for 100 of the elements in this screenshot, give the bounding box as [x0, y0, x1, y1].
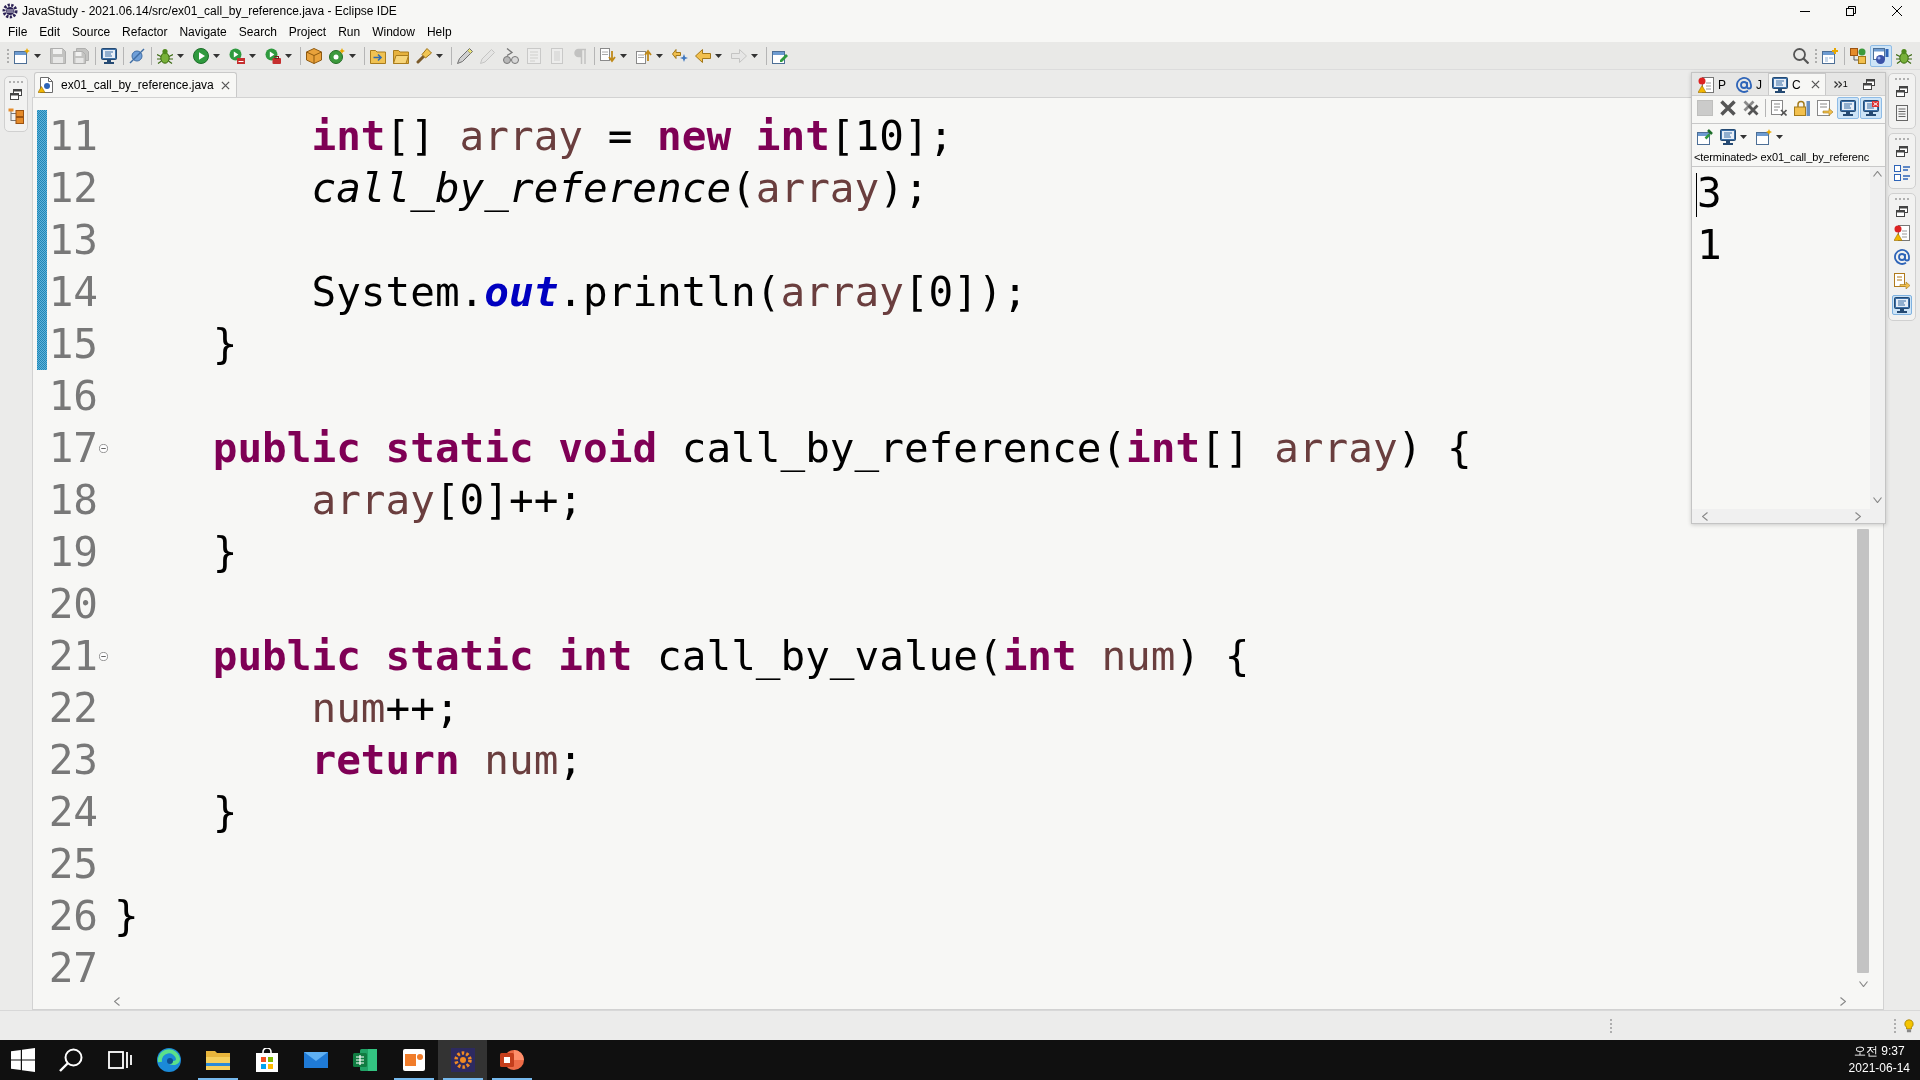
close-icon[interactable]: [1810, 80, 1820, 89]
scroll-up-icon[interactable]: [1873, 171, 1882, 177]
menu-item[interactable]: Refactor: [116, 23, 174, 41]
scroll-down-icon[interactable]: [1858, 981, 1868, 987]
close-icon: [1892, 6, 1902, 16]
line-number: 12: [47, 163, 98, 214]
caret-icon[interactable]: [715, 53, 722, 58]
package-icon: [306, 47, 322, 64]
process-label: <terminated> ex01_call_by_referenc: [1692, 150, 1885, 167]
lightbulb-icon[interactable]: [1904, 1018, 1914, 1033]
clear-console-button[interactable]: [1768, 97, 1790, 119]
view-button[interactable]: [6, 106, 26, 126]
presentation-icon: [499, 1048, 524, 1072]
folder-icon: [205, 1050, 230, 1070]
caret-icon[interactable]: [285, 53, 292, 58]
collapse-icon[interactable]: [98, 443, 108, 453]
caret-icon[interactable]: [249, 53, 256, 58]
folder-icon: [393, 47, 409, 64]
scrollbar-thumb[interactable]: [1857, 529, 1869, 973]
menu-item[interactable]: Source: [66, 23, 117, 41]
editor-tab[interactable]: ex01_call_by_reference.java: [34, 72, 237, 97]
spreadsheet-icon: [352, 1048, 377, 1072]
caret-icon[interactable]: [620, 53, 627, 58]
line-number: 18: [47, 475, 98, 526]
nodes-icon: [1850, 47, 1866, 64]
scroll-left-icon[interactable]: [114, 997, 120, 1006]
view-button[interactable]: [1892, 247, 1912, 267]
window-plus-icon: [1822, 47, 1838, 64]
view-tab[interactable]: J: [1732, 73, 1768, 95]
clock-time[interactable]: 오전 9:37: [1853, 1043, 1905, 1060]
restore-icon: [1863, 78, 1875, 90]
menu-item[interactable]: Navigate: [173, 23, 233, 41]
menu-item[interactable]: Edit: [33, 23, 67, 41]
menu-item[interactable]: Help: [420, 23, 458, 41]
caret-icon[interactable]: [1776, 135, 1783, 139]
collapse-icon[interactable]: [98, 651, 108, 661]
console-output: 3: [1697, 168, 1722, 219]
menu-item[interactable]: Search: [232, 23, 283, 41]
code-line: call_by_reference(array);: [311, 164, 929, 212]
pilcrow-icon: [572, 47, 588, 64]
scroll-right-icon[interactable]: [1855, 511, 1861, 521]
close-icon[interactable]: [220, 80, 230, 90]
caret-icon[interactable]: [213, 53, 220, 58]
restore-button[interactable]: [1894, 144, 1910, 159]
caret-icon[interactable]: [436, 53, 443, 58]
clock-date[interactable]: 2021-06-14: [1848, 1060, 1910, 1077]
line-number: 21: [47, 631, 98, 682]
view-button[interactable]: [1892, 295, 1912, 315]
line-number: 20: [47, 579, 98, 630]
view-tab[interactable]: P: [1694, 73, 1732, 95]
code-line: System.out.println(array[0]);: [311, 268, 1028, 316]
scroll-left-icon[interactable]: [1702, 511, 1708, 521]
menu-item[interactable]: Window: [366, 23, 421, 41]
menu-item[interactable]: Run: [332, 23, 367, 41]
warning-page-icon: [1894, 225, 1910, 241]
window-sphere-icon: [1873, 47, 1889, 64]
caret-icon[interactable]: [34, 53, 41, 58]
caret-icon[interactable]: [177, 53, 184, 58]
more-tabs-button[interactable]: 1: [1829, 73, 1852, 95]
view-button[interactable]: [1892, 163, 1912, 183]
view-tab[interactable]: C: [1768, 73, 1826, 95]
restore-button[interactable]: [1894, 204, 1910, 219]
arrow-star-icon: [672, 47, 688, 64]
restore-button[interactable]: [1894, 84, 1910, 99]
outline-icon: [1894, 165, 1910, 181]
caret-icon[interactable]: [349, 53, 356, 58]
perspective-button[interactable]: [1870, 44, 1892, 67]
code-line: public static void call_by_reference(int[] array) {: [212, 424, 1472, 472]
restore-icon: [1896, 206, 1908, 217]
menu-item[interactable]: File: [2, 23, 34, 41]
line-number: 26: [47, 891, 98, 942]
play-toolbox-icon: [265, 47, 281, 64]
menu-item[interactable]: Project: [282, 23, 333, 41]
line-number: 27: [47, 943, 98, 994]
show-on-output-button[interactable]: [1837, 97, 1859, 119]
monitor-icon: [1840, 100, 1856, 116]
code-line: }: [212, 528, 238, 576]
restore-button[interactable]: [8, 87, 24, 102]
monitor-icon: [1720, 129, 1736, 145]
word-wrap-button[interactable]: [1814, 97, 1836, 119]
restore-button[interactable]: [1861, 76, 1877, 92]
scroll-right-icon[interactable]: [1840, 997, 1846, 1006]
task-view-icon: [107, 1048, 132, 1072]
monitor-icon: [101, 47, 117, 64]
cross-icon: [1720, 100, 1736, 116]
code-line: num++;: [311, 684, 460, 732]
window-title: JavaStudy - 2021.06.14/src/ex01_call_by_reference.java - Eclipse IDE: [22, 4, 398, 18]
caret-icon[interactable]: [656, 53, 663, 58]
two-circles-icon: [503, 47, 519, 64]
gear-icon: [450, 1048, 475, 1072]
view-button[interactable]: [1892, 223, 1912, 243]
bug-icon: [157, 47, 173, 64]
show-on-error-button[interactable]: [1860, 97, 1882, 119]
play-bar-icon: [229, 47, 245, 64]
code-line: array[0]++;: [311, 476, 583, 524]
caret-icon[interactable]: [1740, 135, 1747, 139]
scroll-down-icon[interactable]: [1873, 497, 1882, 503]
view-button[interactable]: [1892, 271, 1912, 291]
folder-arrow-icon: [370, 47, 386, 64]
taskbar-button[interactable]: [438, 1040, 487, 1080]
